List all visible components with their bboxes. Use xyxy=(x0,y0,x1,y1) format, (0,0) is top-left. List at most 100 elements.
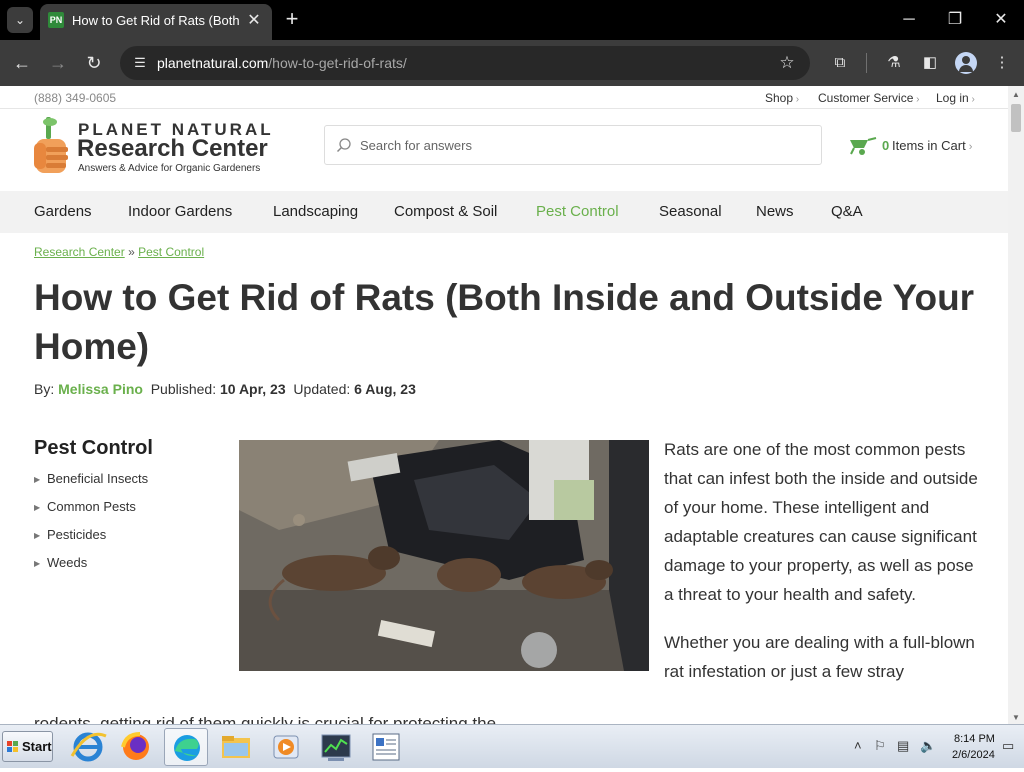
windows-logo-icon xyxy=(7,741,18,752)
phone-number: (888) 349-0605 xyxy=(34,91,117,105)
labs-flask-icon[interactable]: ⚗ xyxy=(882,51,906,75)
cart-label: Items in Cart xyxy=(892,138,972,153)
show-hidden-icons-icon[interactable]: ˄ xyxy=(854,738,862,753)
action-center-flag-icon[interactable]: ⚐ xyxy=(874,738,886,754)
show-desktop-icon[interactable]: ▭ xyxy=(1002,738,1014,754)
sidebar-item-pesticides[interactable]: ▶ Pesticides xyxy=(34,527,148,555)
profile-avatar-icon[interactable] xyxy=(955,52,977,74)
nav-compost-soil[interactable]: Compost & Soil xyxy=(394,203,497,220)
restore-button[interactable]: ❐ xyxy=(940,8,970,32)
article-hero-image xyxy=(239,440,649,671)
article-body: Rats are one of the most common pests th… xyxy=(664,435,984,705)
caret-right-icon: ▶ xyxy=(34,475,41,484)
site-header: PLANET NATURAL Research Center Answers &… xyxy=(0,109,1008,191)
cart-link[interactable]: 0 Items in Cart xyxy=(846,136,976,156)
customer-service-link[interactable]: Customer Service xyxy=(818,91,919,105)
nav-indoor-gardens[interactable]: Indoor Gardens xyxy=(128,203,232,220)
by-label: By: xyxy=(34,381,55,397)
caret-right-icon: ▶ xyxy=(34,559,41,568)
updated-label: Updated: xyxy=(293,381,351,397)
caret-right-icon: ▶ xyxy=(34,531,41,540)
network-icon[interactable]: ▤ xyxy=(897,738,909,754)
extensions-icon[interactable]: ⧉ xyxy=(828,51,852,75)
browser-tab-bar: ⌄ PN How to Get Rid of Rats (Both Inside… xyxy=(0,0,1024,40)
site-favicon-icon: PN xyxy=(48,12,64,28)
bookmark-star-icon[interactable]: ☆ xyxy=(776,52,798,74)
start-button[interactable]: Start xyxy=(2,731,53,762)
article-paragraph: Rats are one of the most common pests th… xyxy=(664,440,978,604)
tab-search-button[interactable]: ⌄ xyxy=(7,7,33,33)
nav-qa[interactable]: Q&A xyxy=(831,203,863,220)
nav-landscaping[interactable]: Landscaping xyxy=(273,203,358,220)
media-player-icon[interactable] xyxy=(264,728,308,766)
firefox-icon[interactable] xyxy=(114,728,158,766)
cart-count: 0 xyxy=(882,138,890,153)
wheelbarrow-cart-icon xyxy=(850,137,877,155)
url-text[interactable]: planetnatural.com/how-to-get-rid-of-rats… xyxy=(157,55,407,71)
volume-muted-icon[interactable]: 🔈 xyxy=(920,738,936,754)
web-page: (888) 349-0605 Shop Customer Service Log… xyxy=(0,86,1008,724)
caret-right-icon: ▶ xyxy=(34,503,41,512)
site-info-icon[interactable]: ☰ xyxy=(130,53,150,73)
os-taskbar: Start ˄ ⚐ ▤ 🔈 ▭ 8:14 PM 2/6/2024 xyxy=(0,724,1024,768)
nav-gardens[interactable]: Gardens xyxy=(34,203,92,220)
breadcrumb-research-center[interactable]: Research Center xyxy=(34,245,125,259)
url-path: /how-to-get-rid-of-rats/ xyxy=(268,55,407,71)
sidebar-item-label: Common Pests xyxy=(47,499,136,514)
nav-seasonal[interactable]: Seasonal xyxy=(659,203,722,220)
nav-news[interactable]: News xyxy=(756,203,794,220)
breadcrumb-separator: » xyxy=(128,245,135,259)
scroll-up-icon[interactable]: ▲ xyxy=(1012,90,1020,99)
file-explorer-icon[interactable] xyxy=(214,728,258,766)
task-manager-icon[interactable] xyxy=(314,728,358,766)
new-tab-button[interactable]: + xyxy=(280,7,304,31)
thumbs-up-logo-icon[interactable] xyxy=(34,117,72,177)
address-bar[interactable]: ☰ planetnatural.com/how-to-get-rid-of-ra… xyxy=(120,46,810,80)
sidebar-item-label: Weeds xyxy=(47,555,88,570)
author-link[interactable]: Melissa Pino xyxy=(58,381,143,397)
forward-button[interactable]: → xyxy=(46,51,70,75)
updated-date: 6 Aug, 23 xyxy=(354,381,416,397)
sidebar-item-common-pests[interactable]: ▶ Common Pests xyxy=(34,499,148,527)
toolbar-divider xyxy=(866,53,867,73)
reload-button[interactable]: ↻ xyxy=(82,51,106,75)
page-title: How to Get Rid of Rats (Both Inside and … xyxy=(34,277,975,367)
system-tray: ˄ ⚐ ▤ 🔈 ▭ xyxy=(850,725,1024,769)
text-document-icon[interactable] xyxy=(364,728,408,766)
clock-time[interactable]: 8:14 PM xyxy=(954,733,995,745)
tab-close-icon[interactable]: ✕ xyxy=(244,11,264,31)
browser-tab-active[interactable]: PN How to Get Rid of Rats (Both Inside ✕ xyxy=(40,4,272,40)
site-search-box[interactable] xyxy=(324,125,822,165)
logo-wordmark-main[interactable]: Research Center xyxy=(77,135,268,163)
close-window-button[interactable]: ✕ xyxy=(986,8,1016,32)
clock-date[interactable]: 2/6/2024 xyxy=(952,749,995,761)
edge-browser-icon[interactable] xyxy=(164,728,208,766)
search-input[interactable] xyxy=(360,127,810,163)
sidebar-item-weeds[interactable]: ▶ Weeds xyxy=(34,555,148,583)
utility-bar: (888) 349-0605 Shop Customer Service Log… xyxy=(0,86,1008,109)
internet-explorer-icon[interactable] xyxy=(66,728,110,766)
back-button[interactable]: ← xyxy=(10,51,34,75)
nav-pest-control[interactable]: Pest Control xyxy=(536,203,619,220)
published-date: 10 Apr, 23 xyxy=(220,381,286,397)
menu-kebab-icon[interactable]: ⋮ xyxy=(990,51,1014,75)
shop-link[interactable]: Shop xyxy=(765,91,799,105)
article-paragraph: Whether you are dealing with a full-blow… xyxy=(664,633,975,681)
published-label: Published: xyxy=(150,381,217,397)
page-scrollbar[interactable]: ▲ ▼ xyxy=(1008,86,1024,724)
sidebar-item-beneficial-insects[interactable]: ▶ Beneficial Insects xyxy=(34,471,148,499)
breadcrumb-pest-control[interactable]: Pest Control xyxy=(138,245,204,259)
login-link[interactable]: Log in xyxy=(936,91,975,105)
start-label: Start xyxy=(22,739,52,754)
minimize-button[interactable]: ─ xyxy=(894,8,924,32)
sidebar-title: Pest Control xyxy=(34,437,153,459)
article-paragraph-cutoff: rodents, getting rid of them quickly is … xyxy=(34,714,497,724)
search-icon xyxy=(336,138,351,153)
breadcrumb: Research Center » Pest Control xyxy=(34,245,204,259)
side-panel-icon[interactable]: ◧ xyxy=(918,51,942,75)
scroll-down-icon[interactable]: ▼ xyxy=(1012,713,1020,722)
scrollbar-thumb[interactable] xyxy=(1011,104,1021,132)
sidebar-item-label: Beneficial Insects xyxy=(47,471,149,486)
logo-tagline: Answers & Advice for Organic Gardeners xyxy=(78,163,261,174)
sidebar-item-label: Pesticides xyxy=(47,527,107,542)
